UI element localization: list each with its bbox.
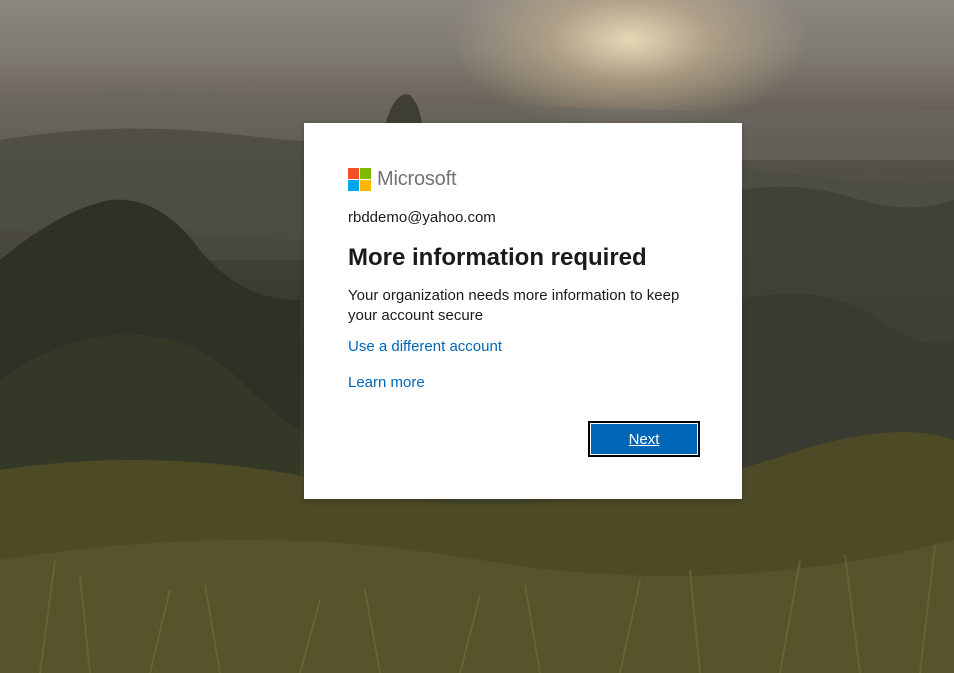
logo-blue-square (348, 179, 359, 191)
account-email: rbddemo@yahoo.com (348, 209, 496, 226)
microsoft-logo: Microsoft (348, 167, 698, 191)
logo-green-square (360, 167, 371, 179)
brand-name: Microsoft (377, 167, 457, 190)
use-different-account-link[interactable]: Use a different account (348, 337, 698, 357)
page-title: More information required (348, 244, 647, 271)
button-row: Next (588, 421, 700, 457)
sign-in-card: Microsoft rbddemo@yahoo.com More informa… (304, 123, 742, 499)
learn-more-link[interactable]: Learn more (348, 373, 698, 393)
next-button[interactable]: Next (588, 421, 700, 457)
logo-yellow-square (360, 179, 371, 191)
microsoft-logo-icon (348, 167, 371, 191)
page-description: Your organization needs more information… (348, 287, 680, 324)
logo-red-square (348, 167, 359, 179)
